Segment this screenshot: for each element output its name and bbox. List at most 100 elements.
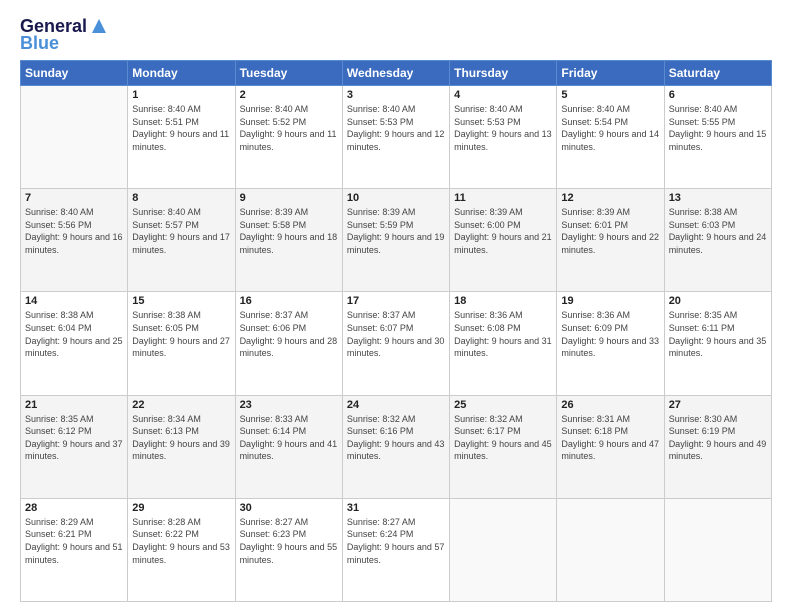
- calendar-week-row: 21 Sunrise: 8:35 AMSunset: 6:12 PMDayligh…: [21, 395, 772, 498]
- day-number: 21: [25, 399, 123, 411]
- day-info: Sunrise: 8:31 AMSunset: 6:18 PMDaylight:…: [561, 413, 659, 463]
- calendar-cell: 27 Sunrise: 8:30 AMSunset: 6:19 PMDayligh…: [664, 395, 771, 498]
- day-info: Sunrise: 8:35 AMSunset: 6:12 PMDaylight:…: [25, 413, 123, 463]
- day-number: 31: [347, 502, 445, 514]
- calendar-cell: 4 Sunrise: 8:40 AMSunset: 5:53 PMDaylight…: [450, 86, 557, 189]
- day-info: Sunrise: 8:40 AMSunset: 5:51 PMDaylight:…: [132, 103, 230, 153]
- day-info: Sunrise: 8:40 AMSunset: 5:53 PMDaylight:…: [347, 103, 445, 153]
- calendar-cell: 2 Sunrise: 8:40 AMSunset: 5:52 PMDaylight…: [235, 86, 342, 189]
- calendar-cell: 11 Sunrise: 8:39 AMSunset: 6:00 PMDayligh…: [450, 189, 557, 292]
- calendar-cell: 15 Sunrise: 8:38 AMSunset: 6:05 PMDayligh…: [128, 292, 235, 395]
- calendar-cell: 8 Sunrise: 8:40 AMSunset: 5:57 PMDaylight…: [128, 189, 235, 292]
- calendar-cell: 6 Sunrise: 8:40 AMSunset: 5:55 PMDaylight…: [664, 86, 771, 189]
- day-number: 15: [132, 295, 230, 307]
- day-info: Sunrise: 8:28 AMSunset: 6:22 PMDaylight:…: [132, 516, 230, 566]
- day-number: 2: [240, 89, 338, 101]
- calendar-cell: 10Sunrise: 8:39 AMSunset: 5:59 PMDayligh…: [342, 189, 449, 292]
- day-info: Sunrise: 8:36 AMSunset: 6:09 PMDaylight:…: [561, 309, 659, 359]
- day-number: 11: [454, 192, 552, 204]
- day-number: 16: [240, 295, 338, 307]
- day-number: 4: [454, 89, 552, 101]
- day-number: 29: [132, 502, 230, 514]
- day-number: 28: [25, 502, 123, 514]
- calendar-cell: 17Sunrise: 8:37 AMSunset: 6:07 PMDayligh…: [342, 292, 449, 395]
- day-info: Sunrise: 8:39 AMSunset: 6:01 PMDaylight:…: [561, 206, 659, 256]
- calendar-table: SundayMondayTuesdayWednesdayThursdayFrid…: [20, 60, 772, 602]
- day-number: 7: [25, 192, 123, 204]
- calendar-cell: 29 Sunrise: 8:28 AMSunset: 6:22 PMDayligh…: [128, 498, 235, 601]
- calendar-week-row: 14Sunrise: 8:38 AMSunset: 6:04 PMDayligh…: [21, 292, 772, 395]
- calendar-cell: 30Sunrise: 8:27 AMSunset: 6:23 PMDayligh…: [235, 498, 342, 601]
- calendar-cell: 3Sunrise: 8:40 AMSunset: 5:53 PMDaylight…: [342, 86, 449, 189]
- day-info: Sunrise: 8:34 AMSunset: 6:13 PMDaylight:…: [132, 413, 230, 463]
- day-number: 1: [132, 89, 230, 101]
- day-number: 30: [240, 502, 338, 514]
- calendar-cell: 23 Sunrise: 8:33 AMSunset: 6:14 PMDayligh…: [235, 395, 342, 498]
- calendar-cell: 20 Sunrise: 8:35 AMSunset: 6:11 PMDayligh…: [664, 292, 771, 395]
- day-info: Sunrise: 8:39 AMSunset: 6:00 PMDaylight:…: [454, 206, 552, 256]
- calendar-cell: 26Sunrise: 8:31 AMSunset: 6:18 PMDayligh…: [557, 395, 664, 498]
- day-info: Sunrise: 8:37 AMSunset: 6:06 PMDaylight:…: [240, 309, 338, 359]
- day-number: 27: [669, 399, 767, 411]
- calendar-cell: 9 Sunrise: 8:39 AMSunset: 5:58 PMDaylight…: [235, 189, 342, 292]
- day-number: 9: [240, 192, 338, 204]
- day-number: 14: [25, 295, 123, 307]
- day-number: 12: [561, 192, 659, 204]
- day-info: Sunrise: 8:32 AMSunset: 6:16 PMDaylight:…: [347, 413, 445, 463]
- day-number: 20: [669, 295, 767, 307]
- calendar-cell: [21, 86, 128, 189]
- page: General Blue SundayMondayTuesdayWednesda…: [0, 0, 792, 612]
- calendar-cell: 18Sunrise: 8:36 AMSunset: 6:08 PMDayligh…: [450, 292, 557, 395]
- logo: General Blue: [20, 16, 109, 52]
- day-number: 23: [240, 399, 338, 411]
- calendar-cell: [450, 498, 557, 601]
- day-info: Sunrise: 8:40 AMSunset: 5:52 PMDaylight:…: [240, 103, 338, 153]
- calendar-week-row: 28Sunrise: 8:29 AMSunset: 6:21 PMDayligh…: [21, 498, 772, 601]
- day-number: 19: [561, 295, 659, 307]
- day-number: 24: [347, 399, 445, 411]
- day-number: 22: [132, 399, 230, 411]
- calendar-cell: 5 Sunrise: 8:40 AMSunset: 5:54 PMDaylight…: [557, 86, 664, 189]
- calendar-cell: [557, 498, 664, 601]
- day-info: Sunrise: 8:30 AMSunset: 6:19 PMDaylight:…: [669, 413, 767, 463]
- calendar-cell: 7 Sunrise: 8:40 AMSunset: 5:56 PMDaylight…: [21, 189, 128, 292]
- day-info: Sunrise: 8:32 AMSunset: 6:17 PMDaylight:…: [454, 413, 552, 463]
- day-info: Sunrise: 8:40 AMSunset: 5:57 PMDaylight:…: [132, 206, 230, 256]
- calendar-cell: 25Sunrise: 8:32 AMSunset: 6:17 PMDayligh…: [450, 395, 557, 498]
- day-info: Sunrise: 8:40 AMSunset: 5:53 PMDaylight:…: [454, 103, 552, 153]
- day-info: Sunrise: 8:39 AMSunset: 5:58 PMDaylight:…: [240, 206, 338, 256]
- day-number: 6: [669, 89, 767, 101]
- day-number: 18: [454, 295, 552, 307]
- day-number: 13: [669, 192, 767, 204]
- calendar-cell: 16 Sunrise: 8:37 AMSunset: 6:06 PMDayligh…: [235, 292, 342, 395]
- day-info: Sunrise: 8:40 AMSunset: 5:54 PMDaylight:…: [561, 103, 659, 153]
- day-info: Sunrise: 8:33 AMSunset: 6:14 PMDaylight:…: [240, 413, 338, 463]
- calendar-cell: 22 Sunrise: 8:34 AMSunset: 6:13 PMDayligh…: [128, 395, 235, 498]
- day-number: 8: [132, 192, 230, 204]
- logo-icon: [89, 16, 109, 36]
- calendar-cell: 19 Sunrise: 8:36 AMSunset: 6:09 PMDayligh…: [557, 292, 664, 395]
- day-number: 10: [347, 192, 445, 204]
- calendar-week-row: 7 Sunrise: 8:40 AMSunset: 5:56 PMDaylight…: [21, 189, 772, 292]
- calendar-cell: 21 Sunrise: 8:35 AMSunset: 6:12 PMDayligh…: [21, 395, 128, 498]
- day-info: Sunrise: 8:38 AMSunset: 6:05 PMDaylight:…: [132, 309, 230, 359]
- weekday-header-thursday: Thursday: [450, 61, 557, 86]
- weekday-header-sunday: Sunday: [21, 61, 128, 86]
- calendar-cell: [664, 498, 771, 601]
- weekday-header-friday: Friday: [557, 61, 664, 86]
- calendar-cell: 13 Sunrise: 8:38 AMSunset: 6:03 PMDayligh…: [664, 189, 771, 292]
- weekday-header-tuesday: Tuesday: [235, 61, 342, 86]
- day-info: Sunrise: 8:40 AMSunset: 5:55 PMDaylight:…: [669, 103, 767, 153]
- calendar-cell: 24 Sunrise: 8:32 AMSunset: 6:16 PMDayligh…: [342, 395, 449, 498]
- day-number: 17: [347, 295, 445, 307]
- calendar-cell: 12 Sunrise: 8:39 AMSunset: 6:01 PMDayligh…: [557, 189, 664, 292]
- header: General Blue: [20, 16, 772, 52]
- weekday-header-saturday: Saturday: [664, 61, 771, 86]
- day-info: Sunrise: 8:38 AMSunset: 6:03 PMDaylight:…: [669, 206, 767, 256]
- day-number: 5: [561, 89, 659, 101]
- weekday-header-wednesday: Wednesday: [342, 61, 449, 86]
- day-info: Sunrise: 8:35 AMSunset: 6:11 PMDaylight:…: [669, 309, 767, 359]
- logo-container: General Blue: [20, 16, 109, 52]
- calendar-week-row: 1 Sunrise: 8:40 AMSunset: 5:51 PMDaylight…: [21, 86, 772, 189]
- day-info: Sunrise: 8:40 AMSunset: 5:56 PMDaylight:…: [25, 206, 123, 256]
